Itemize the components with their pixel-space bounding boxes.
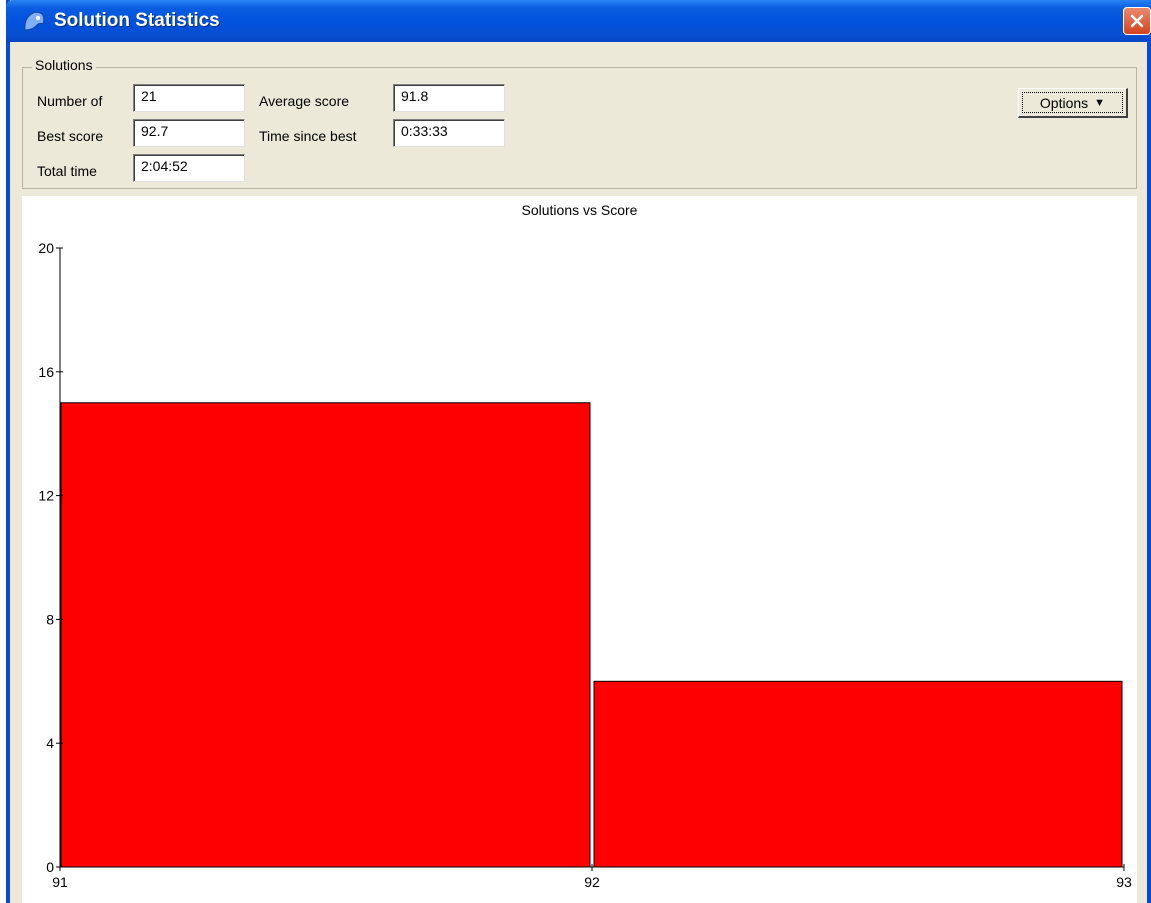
y-tick-label: 4 bbox=[46, 735, 54, 751]
close-button[interactable] bbox=[1123, 7, 1151, 35]
chart-plot: 0 4 8 12 16 20 91 92 93 bbox=[38, 240, 1132, 890]
time-since-best-field[interactable]: 0:33:33 bbox=[393, 119, 505, 147]
total-time-label: Total time bbox=[37, 163, 97, 179]
x-tick-label: 92 bbox=[584, 874, 600, 890]
options-button[interactable]: Options ▼ bbox=[1018, 88, 1128, 118]
total-time-field[interactable]: 2:04:52 bbox=[133, 154, 245, 182]
options-button-label: Options bbox=[1039, 94, 1089, 111]
best-score-field[interactable]: 92.7 bbox=[133, 119, 245, 147]
histogram-bar bbox=[60, 402, 591, 868]
number-of-field[interactable]: 21 bbox=[133, 84, 245, 112]
groupbox-label: Solutions bbox=[32, 57, 96, 73]
window-title: Solution Statistics bbox=[54, 10, 220, 31]
close-icon bbox=[1130, 14, 1144, 28]
number-of-label: Number of bbox=[37, 93, 103, 109]
y-tick-label: 16 bbox=[38, 364, 54, 380]
x-tick-label: 93 bbox=[1116, 874, 1132, 890]
options-button-focus: Options ▼ bbox=[1022, 92, 1123, 113]
y-tick-label: 20 bbox=[38, 240, 54, 256]
time-since-best-label: Time since best bbox=[259, 128, 357, 144]
average-score-label: Average score bbox=[259, 93, 350, 109]
x-tick-label: 91 bbox=[52, 874, 68, 890]
average-score-field[interactable]: 91.8 bbox=[393, 84, 505, 112]
dropdown-arrow-icon: ▼ bbox=[1094, 96, 1106, 109]
y-tick-label: 12 bbox=[38, 488, 54, 504]
title-bar[interactable]: Solution Statistics bbox=[6, 0, 1151, 42]
app-icon bbox=[24, 11, 45, 31]
best-score-label: Best score bbox=[37, 128, 104, 144]
histogram-bar bbox=[593, 680, 1123, 868]
y-tick-label: 0 bbox=[46, 859, 54, 875]
histogram-chart: Solutions vs Score 0 4 8 12 16 20 91 92 93 bbox=[22, 196, 1137, 903]
y-tick-label: 8 bbox=[46, 611, 54, 627]
